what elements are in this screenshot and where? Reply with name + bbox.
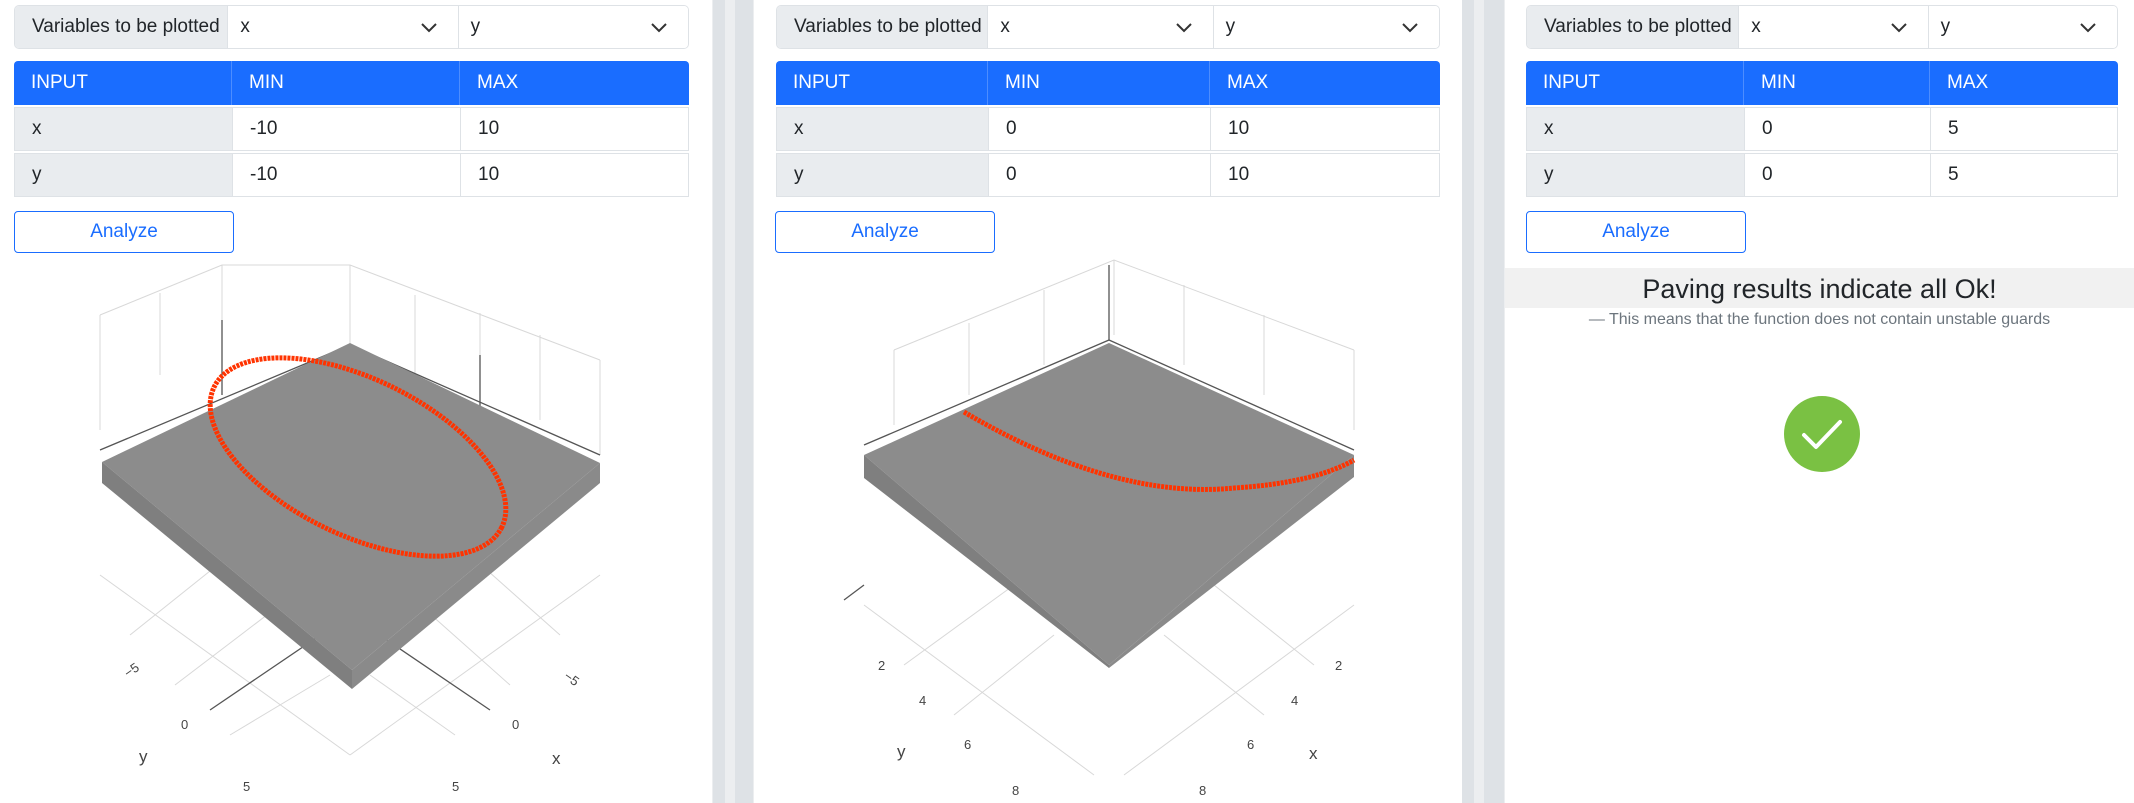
panel-divider: [1462, 0, 1474, 803]
checkmark-icon: [1784, 396, 1860, 472]
variables-selector: Variables to be plotted x y: [776, 5, 1440, 49]
input-range-table: INPUT MIN MAX x 0 5 y 0 5: [1526, 61, 2118, 197]
y-tick: 4: [919, 693, 926, 708]
x-axis-title: x: [552, 749, 561, 768]
y-variable-select[interactable]: y: [457, 6, 688, 48]
x-tick: 8: [1199, 783, 1206, 798]
x-tick: 2: [1335, 658, 1342, 673]
y-tick: 5: [243, 779, 250, 794]
table-header: INPUT MIN MAX: [776, 61, 1440, 105]
surface-plane: [102, 343, 600, 670]
row-y-label: y: [14, 153, 233, 197]
x-variable-select[interactable]: x: [1739, 6, 1928, 48]
y-tick: 6: [964, 737, 971, 752]
variables-label: Variables to be plotted: [777, 6, 989, 48]
y-axis-title: y: [139, 747, 148, 766]
row-x-label: x: [14, 107, 233, 151]
header-input: INPUT: [14, 61, 232, 105]
y-tick: 2: [878, 658, 885, 673]
variables-label: Variables to be plotted: [15, 6, 229, 48]
panel-divider: [735, 0, 753, 803]
result-subtitle: — This means that the function does not …: [1588, 311, 2051, 328]
row-y-label: y: [776, 153, 989, 197]
x-max-input[interactable]: 5: [1930, 107, 2118, 151]
x-tick: 6: [1247, 737, 1254, 752]
table-header: INPUT MIN MAX: [1526, 61, 2118, 105]
header-min: MIN: [1744, 61, 1930, 105]
header-input: INPUT: [1526, 61, 1744, 105]
chevron-down-icon: [420, 23, 437, 33]
y-min-input[interactable]: 0: [1744, 153, 1931, 197]
panel-divider: [713, 0, 725, 803]
x-min-input[interactable]: 0: [1744, 107, 1931, 151]
x-variable-value: x: [1000, 16, 1010, 37]
y-max-input[interactable]: 10: [460, 153, 689, 197]
table-row: y 0 10: [776, 153, 1440, 197]
result-title: Paving results indicate all Ok!: [1642, 274, 1997, 304]
y-tick: 0: [181, 717, 188, 732]
table-row: y 0 5: [1526, 153, 2118, 197]
x-axis-title: x: [1309, 744, 1318, 763]
y-tick: −5: [121, 660, 142, 681]
3d-plot[interactable]: −5 0 5 y −5 0 5 x: [0, 255, 712, 803]
y-variable-value: y: [1225, 16, 1236, 37]
panel-3: Variables to be plotted x y INPUT MIN MA…: [1505, 0, 2134, 803]
row-x-label: x: [776, 107, 989, 151]
header-min: MIN: [988, 61, 1210, 105]
chevron-down-icon: [1402, 23, 1418, 33]
surface-plane: [864, 343, 1354, 665]
table-row: x 0 5: [1526, 107, 2118, 151]
y-variable-value: y: [1940, 16, 1951, 37]
y-variable-select[interactable]: y: [1927, 6, 2117, 48]
row-y-label: y: [1526, 153, 1745, 197]
x-max-input[interactable]: 10: [1210, 107, 1440, 151]
header-input: INPUT: [776, 61, 988, 105]
table-row: y -10 10: [14, 153, 689, 197]
input-range-table: INPUT MIN MAX x 0 10 y 0 10: [776, 61, 1440, 197]
chevron-down-icon: [1890, 23, 1907, 33]
header-max: MAX: [1947, 72, 1989, 93]
x-variable-select[interactable]: x: [228, 6, 458, 48]
y-min-input[interactable]: 0: [988, 153, 1211, 197]
panel-2: Variables to be plotted x y INPUT MIN MA…: [754, 0, 1462, 803]
row-x-label: x: [1526, 107, 1745, 151]
analyze-button[interactable]: Analyze: [14, 211, 234, 253]
header-max: MAX: [1227, 72, 1269, 93]
x-min-input[interactable]: -10: [232, 107, 461, 151]
y-max-input[interactable]: 5: [1930, 153, 2118, 197]
variables-selector: Variables to be plotted x y: [14, 5, 689, 49]
table-row: x -10 10: [14, 107, 689, 151]
table-header: INPUT MIN MAX: [14, 61, 689, 105]
x-variable-select[interactable]: x: [988, 6, 1213, 48]
3d-plot[interactable]: 2 4 6 8 y 2 4 6 8 x: [754, 255, 1462, 803]
y-variable-value: y: [470, 16, 481, 37]
x-min-input[interactable]: 0: [988, 107, 1211, 151]
header-min: MIN: [232, 61, 460, 105]
input-range-table: INPUT MIN MAX x -10 10 y -10 10: [14, 61, 689, 197]
y-min-input[interactable]: -10: [232, 153, 461, 197]
x-tick: 4: [1291, 693, 1298, 708]
chevron-down-icon: [1175, 23, 1192, 33]
y-axis-title: y: [897, 742, 906, 761]
x-tick: −5: [561, 668, 582, 689]
x-max-input[interactable]: 10: [460, 107, 689, 151]
chevron-down-icon: [2080, 23, 2096, 33]
analyze-button[interactable]: Analyze: [1526, 211, 1746, 253]
panel-1: Variables to be plotted x y INPUT MIN MA…: [0, 0, 712, 803]
variables-label: Variables to be plotted: [1527, 6, 1740, 48]
x-tick: 0: [512, 717, 519, 732]
y-max-input[interactable]: 10: [1210, 153, 1440, 197]
header-max: MAX: [477, 72, 519, 93]
variables-selector: Variables to be plotted x y: [1526, 5, 2118, 49]
analyze-button[interactable]: Analyze: [775, 211, 995, 253]
panel-divider: [1484, 0, 1504, 803]
chevron-down-icon: [651, 23, 667, 33]
table-row: x 0 10: [776, 107, 1440, 151]
y-variable-select[interactable]: y: [1212, 6, 1439, 48]
x-variable-value: x: [240, 16, 250, 37]
x-variable-value: x: [1751, 16, 1761, 37]
y-tick: 8: [1012, 783, 1019, 798]
x-tick: 5: [452, 779, 459, 794]
